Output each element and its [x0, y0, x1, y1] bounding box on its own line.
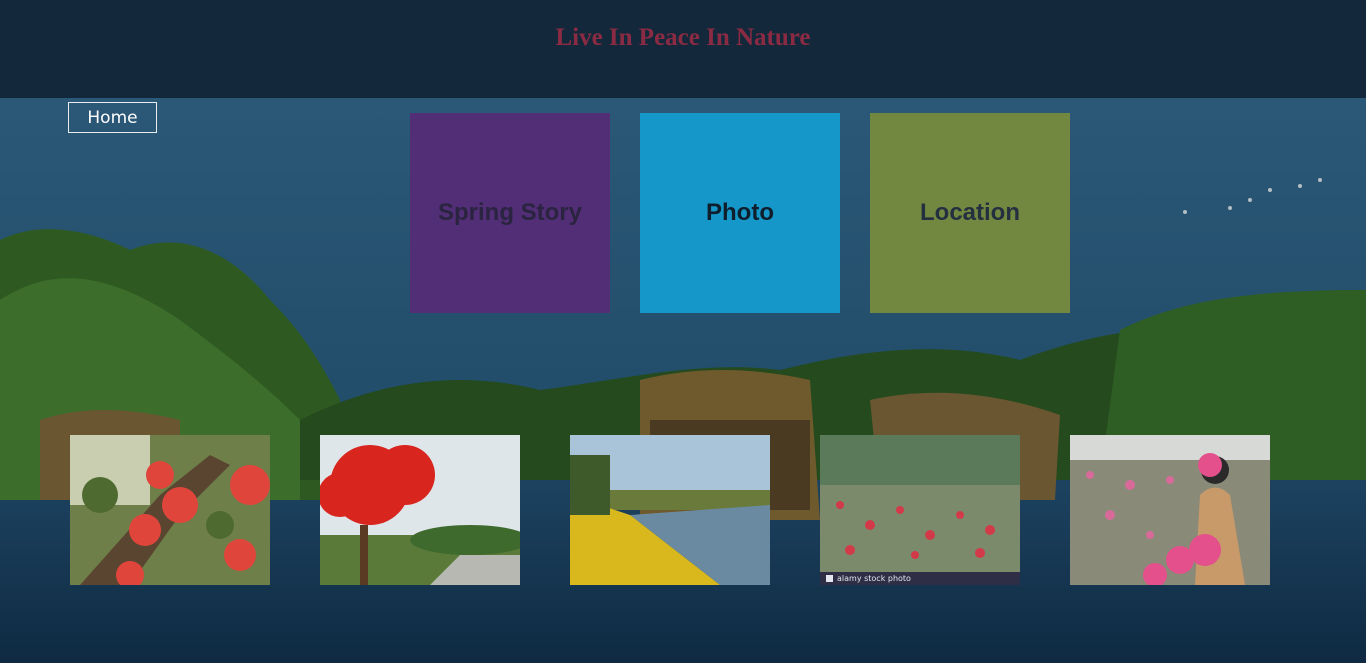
red-flower-field-photo[interactable]: alamy stock photo: [820, 435, 1020, 585]
photo-tile[interactable]: Photo: [640, 113, 840, 313]
location-tile[interactable]: Location: [870, 113, 1070, 313]
red-blossom-branch-photo[interactable]: [70, 435, 270, 585]
site-title: Live In Peace In Nature: [555, 24, 811, 51]
pink-lotus-girl-photo[interactable]: [1070, 435, 1270, 585]
flame-tree-roadside-photo[interactable]: [320, 435, 520, 585]
alamy-logo-icon: [826, 575, 833, 582]
stock-photo-caption: alamy stock photo: [820, 572, 1020, 585]
yellow-flower-riverbank-photo[interactable]: [570, 435, 770, 585]
site-header: Live In Peace In Nature: [0, 0, 1366, 98]
home-button[interactable]: Home: [68, 102, 157, 133]
spring-story-tile[interactable]: Spring Story: [410, 113, 610, 313]
